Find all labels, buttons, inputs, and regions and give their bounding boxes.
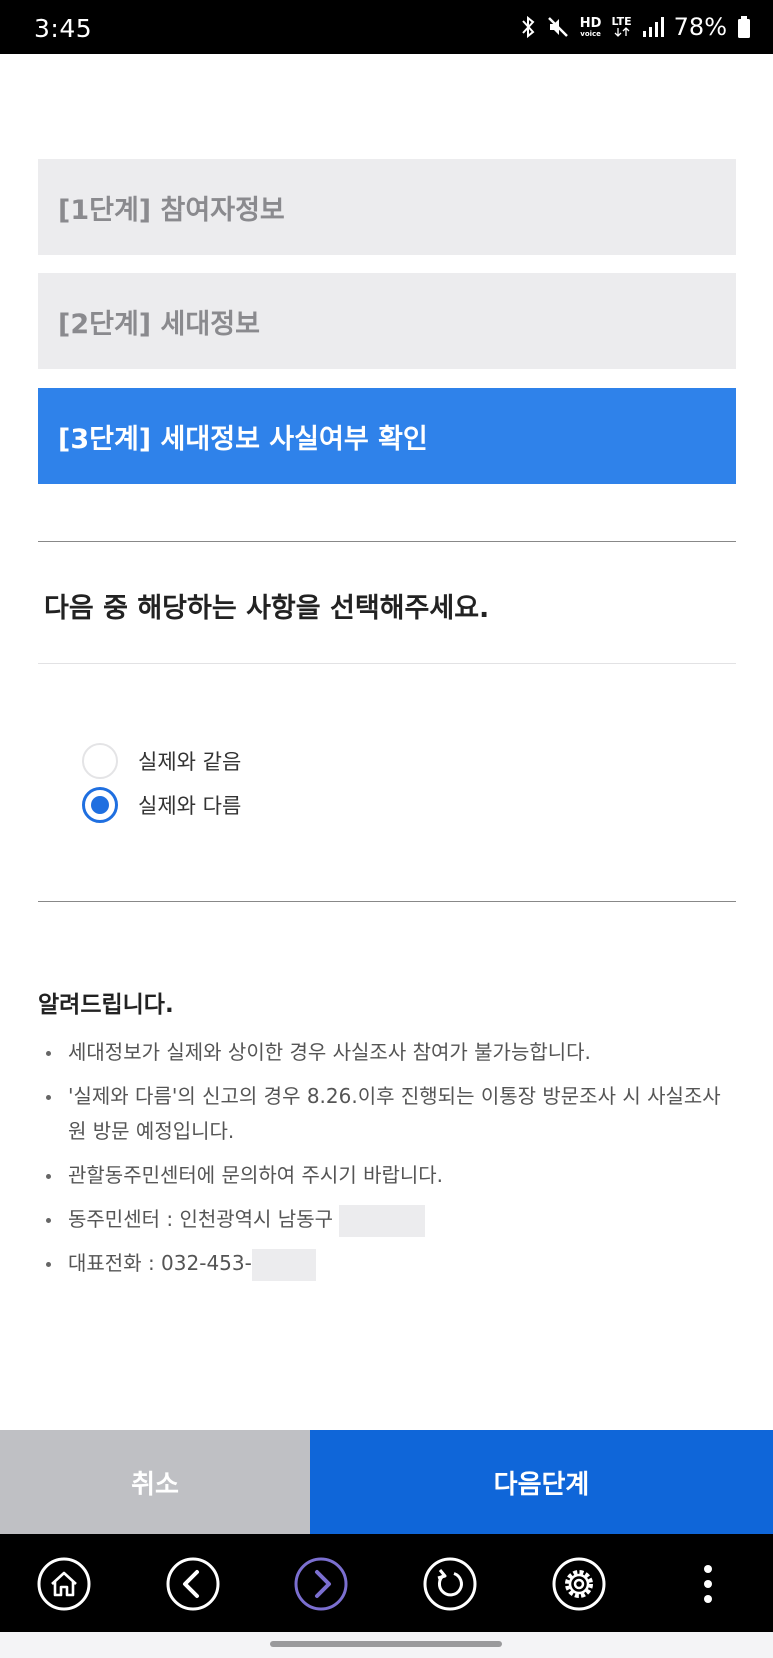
divider [38, 901, 736, 902]
radio-button-different[interactable] [82, 787, 118, 823]
cancel-button[interactable]: 취소 [0, 1430, 310, 1534]
notice-item: 동주민센터 : 인천광역시 남동구 [38, 1202, 738, 1237]
divider [38, 663, 736, 664]
question-heading: 다음 중 해당하는 사항을 선택해주세요. [44, 593, 490, 624]
lte-icon: LTE [611, 16, 632, 37]
forward-icon[interactable] [293, 1556, 349, 1612]
refresh-icon[interactable] [422, 1556, 478, 1612]
back-icon[interactable] [165, 1556, 221, 1612]
bluetooth-icon [520, 15, 536, 39]
browser-nav-bar [0, 1534, 773, 1632]
radio-option-same[interactable]: 실제와 같음 [82, 743, 241, 779]
battery-percentage: 78% [673, 13, 727, 41]
radio-label-different[interactable]: 실제와 다름 [138, 790, 241, 820]
radio-option-different[interactable]: 실제와 다름 [82, 787, 241, 823]
step-1-label: [1단계] 참여자정보 [58, 194, 285, 226]
step-2-label: [2단계] 세대정보 [58, 308, 260, 340]
signal-icon [642, 16, 664, 38]
notice-list: 세대정보가 실제와 상이한 경우 사실조사 참여가 불가능합니다. '실제와 다… [38, 1035, 738, 1290]
radio-label-same[interactable]: 실제와 같음 [138, 746, 241, 776]
home-gesture-bar[interactable] [270, 1641, 502, 1647]
redacted-address [339, 1204, 426, 1237]
settings-icon[interactable] [551, 1556, 607, 1612]
redacted-phone [251, 1248, 316, 1281]
next-step-button[interactable]: 다음단계 [310, 1430, 773, 1534]
battery-icon [737, 15, 751, 39]
home-icon[interactable] [36, 1556, 92, 1612]
more-icon[interactable] [680, 1556, 736, 1612]
step-3[interactable]: [3단계] 세대정보 사실여부 확인 [38, 388, 736, 484]
notice-title: 알려드립니다. [38, 992, 174, 1018]
step-3-label: [3단계] 세대정보 사실여부 확인 [58, 423, 428, 455]
divider [38, 541, 736, 542]
notice-item: 세대정보가 실제와 상이한 경우 사실조사 참여가 불가능합니다. [38, 1035, 738, 1070]
status-time: 3:45 [34, 14, 93, 43]
hd-voice-icon: HD voice [579, 15, 602, 38]
status-bar: 3:45 HD voice LTE 78% [0, 0, 773, 54]
step-2[interactable]: [2단계] 세대정보 [38, 273, 736, 369]
step-1[interactable]: [1단계] 참여자정보 [38, 159, 736, 255]
notice-item: 관할동주민센터에 문의하여 주시기 바랍니다. [38, 1158, 738, 1193]
mute-icon [546, 15, 570, 39]
gesture-area [0, 1632, 773, 1658]
notice-item: '실제와 다름'의 신고의 경우 8.26.이후 진행되는 이통장 방문조사 시… [38, 1079, 738, 1149]
status-icons: HD voice LTE 78% [520, 10, 751, 44]
notice-item: 대표전화 : 032-453- [38, 1246, 738, 1281]
radio-button-same[interactable] [82, 743, 118, 779]
